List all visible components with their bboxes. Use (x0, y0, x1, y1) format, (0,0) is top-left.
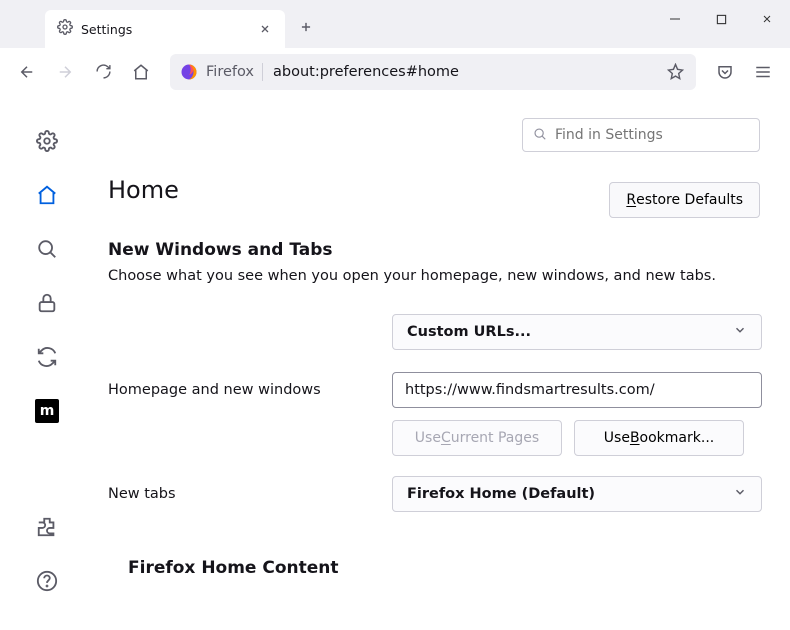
urlbar-address: about:preferences#home (273, 64, 664, 80)
section-new-windows-tabs: New Windows and Tabs Choose what you see… (108, 240, 762, 284)
window-controls (652, 0, 790, 38)
home-button[interactable] (124, 55, 158, 89)
sidebar: m (0, 96, 94, 630)
forward-button[interactable] (48, 55, 82, 89)
url-bar[interactable]: Firefox about:preferences#home (170, 54, 696, 90)
sidebar-item-privacy[interactable] (30, 286, 64, 320)
sidebar-item-sync[interactable] (30, 340, 64, 374)
pocket-button[interactable] (708, 55, 742, 89)
search-icon (533, 126, 547, 145)
chevron-down-icon (733, 323, 747, 341)
urlbar-label: Firefox (206, 64, 254, 80)
new-tab-button[interactable] (291, 12, 321, 42)
use-current-pages-button[interactable]: Use Current Pages (392, 420, 562, 456)
section-description: Choose what you see when you open your h… (108, 268, 762, 284)
select-value: Custom URLs... (407, 324, 531, 340)
back-button[interactable] (10, 55, 44, 89)
row-custom-url-select: Custom URLs... (108, 314, 762, 350)
content: m Home Restore Defaults New Windows and … (0, 96, 790, 630)
row-new-tabs: New tabs Firefox Home (Default) (108, 476, 762, 512)
homepage-button-row: Use Current Pages Use Bookmark... (392, 420, 762, 456)
reload-button[interactable] (86, 55, 120, 89)
sidebar-item-general[interactable] (30, 124, 64, 158)
sidebar-item-extensions[interactable] (30, 510, 64, 544)
gear-icon (57, 19, 73, 39)
settings-search-input[interactable] (555, 127, 749, 143)
homepage-mode-select[interactable]: Custom URLs... (392, 314, 762, 350)
sidebar-item-home[interactable] (30, 178, 64, 212)
toolbar: Firefox about:preferences#home (0, 48, 790, 96)
homepage-label: Homepage and new windows (108, 382, 372, 398)
browser-tab[interactable]: Settings (45, 10, 285, 48)
chevron-down-icon (733, 485, 747, 503)
minimize-button[interactable] (652, 0, 698, 38)
main-content: Home Restore Defaults New Windows and Ta… (94, 96, 790, 630)
sidebar-item-help[interactable] (30, 564, 64, 598)
use-bookmark-button[interactable]: Use Bookmark... (574, 420, 744, 456)
mozilla-icon: m (35, 399, 59, 423)
restore-defaults-button[interactable]: Restore Defaults (609, 182, 760, 218)
menu-button[interactable] (746, 55, 780, 89)
homepage-url-input[interactable] (392, 372, 762, 408)
select-value: Firefox Home (Default) (407, 486, 595, 502)
maximize-button[interactable] (698, 0, 744, 38)
close-icon[interactable] (255, 19, 275, 39)
urlbar-separator (262, 63, 263, 81)
firefox-icon (180, 63, 198, 81)
subsection-heading: Firefox Home Content (128, 558, 762, 578)
section-heading: New Windows and Tabs (108, 240, 762, 260)
sidebar-item-search[interactable] (30, 232, 64, 266)
bookmark-star-icon[interactable] (664, 61, 686, 83)
row-homepage-url: Homepage and new windows (108, 372, 762, 408)
titlebar: Settings (0, 0, 790, 48)
settings-search[interactable] (522, 118, 760, 152)
newtabs-label: New tabs (108, 486, 372, 502)
newtabs-select[interactable]: Firefox Home (Default) (392, 476, 762, 512)
close-button[interactable] (744, 0, 790, 38)
sidebar-item-mozilla[interactable]: m (30, 394, 64, 428)
tab-title: Settings (81, 22, 247, 37)
